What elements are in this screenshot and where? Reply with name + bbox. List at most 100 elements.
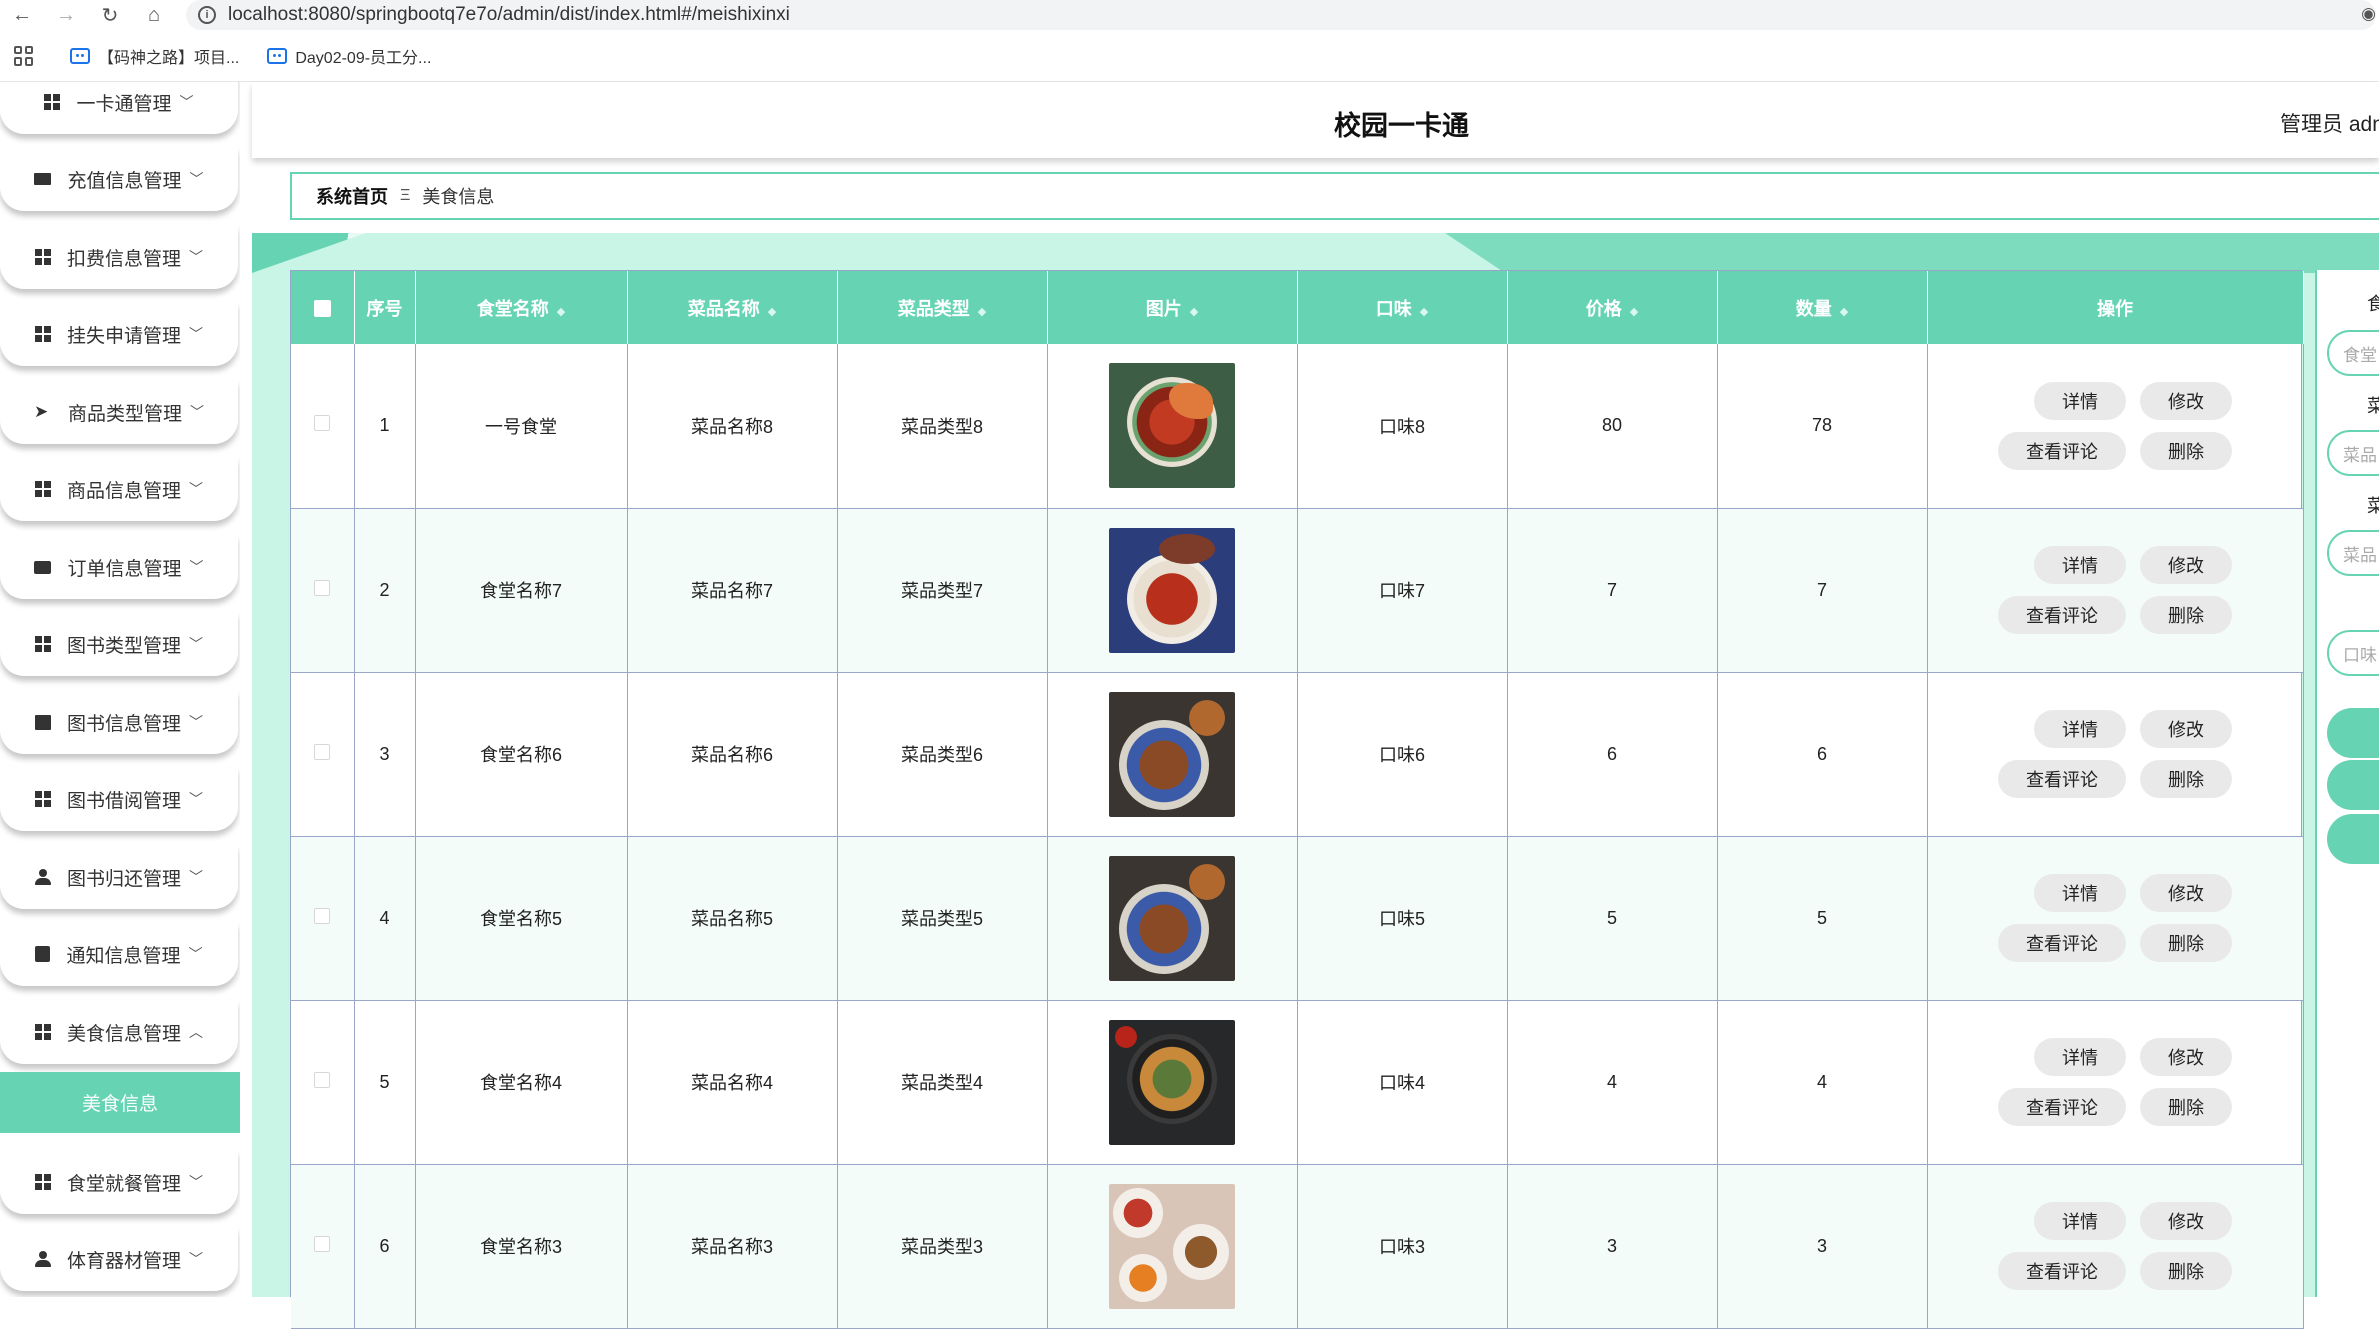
food-image[interactable] [1109, 855, 1235, 981]
col-header-image[interactable]: 图片 ◆ [1047, 271, 1298, 344]
row-checkbox-cell[interactable] [291, 508, 355, 673]
user-menu[interactable]: 管理员 adm [2280, 108, 2379, 138]
col-header-type[interactable]: 菜品类型 ◆ [837, 271, 1048, 344]
detail-button[interactable]: 详情 [2034, 874, 2126, 912]
view-comments-button[interactable]: 查看评论 [1998, 924, 2126, 962]
edit-button[interactable]: 修改 [2140, 1202, 2232, 1240]
sidebar-item-book-type[interactable]: 图书类型管理 ﹀ [0, 612, 238, 676]
view-comments-button[interactable]: 查看评论 [1998, 760, 2126, 798]
site-info-icon[interactable]: i [198, 6, 216, 24]
col-header-canteen[interactable]: 食堂名称 ◆ [415, 271, 628, 344]
sort-icon[interactable]: ◆ [557, 306, 565, 318]
back-icon[interactable]: ← [0, 0, 44, 30]
edit-button[interactable]: 修改 [2140, 546, 2232, 584]
food-image[interactable] [1109, 691, 1235, 817]
sidebar-item-order-info[interactable]: 订单信息管理 ﹀ [0, 535, 238, 599]
detail-button[interactable]: 详情 [2034, 710, 2126, 748]
detail-button[interactable]: 详情 [2034, 1038, 2126, 1076]
delete-button[interactable]: 删除 [2140, 431, 2232, 470]
sidebar-item-book-info[interactable]: 图书信息管理 ﹀ [0, 690, 238, 754]
sidebar-item-canteen-dining[interactable]: 食堂就餐管理 ﹀ [0, 1150, 238, 1214]
col-header-qty[interactable]: 数量 ◆ [1717, 271, 1928, 344]
delete-button[interactable]: 删除 [2140, 596, 2232, 634]
view-comments-button[interactable]: 查看评论 [1998, 1088, 2126, 1126]
row-checkbox[interactable] [314, 579, 331, 596]
reload-icon[interactable]: ↻ [88, 0, 132, 30]
search-button[interactable] [2327, 708, 2379, 758]
sort-icon[interactable]: ◆ [768, 306, 776, 318]
detail-button[interactable]: 详情 [2034, 1202, 2126, 1240]
row-checkbox-cell[interactable] [291, 344, 355, 509]
type-search-input[interactable]: 菜品 [2327, 530, 2379, 576]
delete-button[interactable]: 删除 [2140, 760, 2232, 798]
row-checkbox-cell[interactable] [291, 1000, 355, 1165]
eye-off-icon[interactable]: ◉ [2361, 4, 2376, 24]
delete-button[interactable]: 删除 [2140, 1088, 2232, 1126]
sort-icon[interactable]: ◆ [1190, 306, 1198, 318]
col-header-price[interactable]: 价格 ◆ [1507, 271, 1718, 344]
edit-button[interactable]: 修改 [2140, 381, 2232, 420]
canteen-search-input[interactable]: 食堂 [2327, 330, 2379, 376]
row-checkbox[interactable] [314, 415, 331, 432]
sort-icon[interactable]: ◆ [1420, 306, 1428, 318]
apps-grid-icon[interactable] [14, 45, 34, 66]
sidebar-item-notice[interactable]: 通知信息管理 ﹀ [0, 922, 238, 986]
bookmark-item[interactable]: Day02-09-员工分... [267, 44, 431, 68]
sidebar-item-sports[interactable]: 体育器材管理 ﹀ [0, 1227, 238, 1291]
breadcrumb-home[interactable]: 系统首页 [316, 183, 388, 209]
row-checkbox-cell[interactable] [291, 672, 355, 837]
detail-button[interactable]: 详情 [2034, 546, 2126, 584]
forward-icon[interactable]: → [44, 0, 88, 30]
edit-button[interactable]: 修改 [2140, 710, 2232, 748]
col-header-taste[interactable]: 口味 ◆ [1297, 271, 1508, 344]
batch-delete-button[interactable] [2327, 814, 2379, 864]
url-text[interactable]: localhost:8080/springbootq7e7o/admin/dis… [228, 4, 790, 26]
dish-search-input[interactable]: 菜品 [2327, 430, 2379, 476]
sidebar-item-food[interactable]: 美食信息管理 ︿ [0, 1000, 238, 1064]
cell-type: 菜品类型5 [837, 836, 1048, 1001]
cell-taste: 口味7 [1297, 508, 1508, 673]
select-all-checkbox[interactable] [291, 271, 355, 344]
chevron-down-icon: ﹀ [188, 946, 203, 962]
add-button[interactable] [2327, 760, 2379, 810]
sort-icon[interactable]: ◆ [1840, 306, 1848, 318]
food-image[interactable] [1109, 363, 1235, 489]
view-comments-button[interactable]: 查看评论 [1998, 1252, 2126, 1290]
sort-icon[interactable]: ◆ [978, 306, 986, 318]
bookmark-item[interactable]: 【码神之路】项目... [70, 44, 239, 68]
sort-icon[interactable]: ◆ [1630, 306, 1638, 318]
edit-button[interactable]: 修改 [2140, 1038, 2232, 1076]
sidebar-item-product-type[interactable]: ➤ 商品类型管理 ﹀ [0, 380, 238, 444]
sidebar-item-book-return[interactable]: 图书归还管理 ﹀ [0, 845, 238, 909]
cell-image [1047, 508, 1298, 673]
delete-button[interactable]: 删除 [2140, 1252, 2232, 1290]
grid-icon [34, 481, 51, 497]
detail-button[interactable]: 详情 [2034, 381, 2126, 420]
cell-type: 菜品类型6 [837, 672, 1048, 837]
taste-search-input[interactable]: 口味 [2327, 630, 2379, 676]
food-image[interactable] [1109, 1183, 1235, 1309]
sidebar-item-recharge[interactable]: 充值信息管理 ﹀ [0, 147, 238, 211]
row-checkbox[interactable] [314, 1235, 331, 1252]
row-checkbox-cell[interactable] [291, 836, 355, 1001]
view-comments-button[interactable]: 查看评论 [1998, 596, 2126, 634]
cell-type: 菜品类型3 [837, 1164, 1048, 1329]
view-comments-button[interactable]: 查看评论 [1998, 431, 2126, 470]
sidebar-item-product-info[interactable]: 商品信息管理 ﹀ [0, 457, 238, 521]
submenu-item-food-info[interactable]: 美食信息 [0, 1072, 240, 1133]
home-icon[interactable]: ⌂ [132, 0, 176, 30]
row-checkbox[interactable] [314, 1071, 331, 1088]
row-checkbox[interactable] [314, 743, 331, 760]
edit-button[interactable]: 修改 [2140, 874, 2232, 912]
food-image[interactable] [1109, 527, 1235, 653]
row-checkbox-cell[interactable] [291, 1164, 355, 1329]
address-bar[interactable]: i localhost:8080/springbootq7e7o/admin/d… [186, 0, 2376, 30]
sidebar-item-book-borrow[interactable]: 图书借阅管理 ﹀ [0, 767, 238, 831]
sidebar-item-card[interactable]: 一卡通管理 ﹀ [0, 82, 238, 134]
sidebar-item-loss-report[interactable]: 挂失申请管理 ﹀ [0, 302, 238, 366]
food-image[interactable] [1109, 1019, 1235, 1145]
row-checkbox[interactable] [314, 907, 331, 924]
col-header-dish[interactable]: 菜品名称 ◆ [627, 271, 838, 344]
delete-button[interactable]: 删除 [2140, 924, 2232, 962]
sidebar-item-deduction[interactable]: 扣费信息管理 ﹀ [0, 225, 238, 289]
